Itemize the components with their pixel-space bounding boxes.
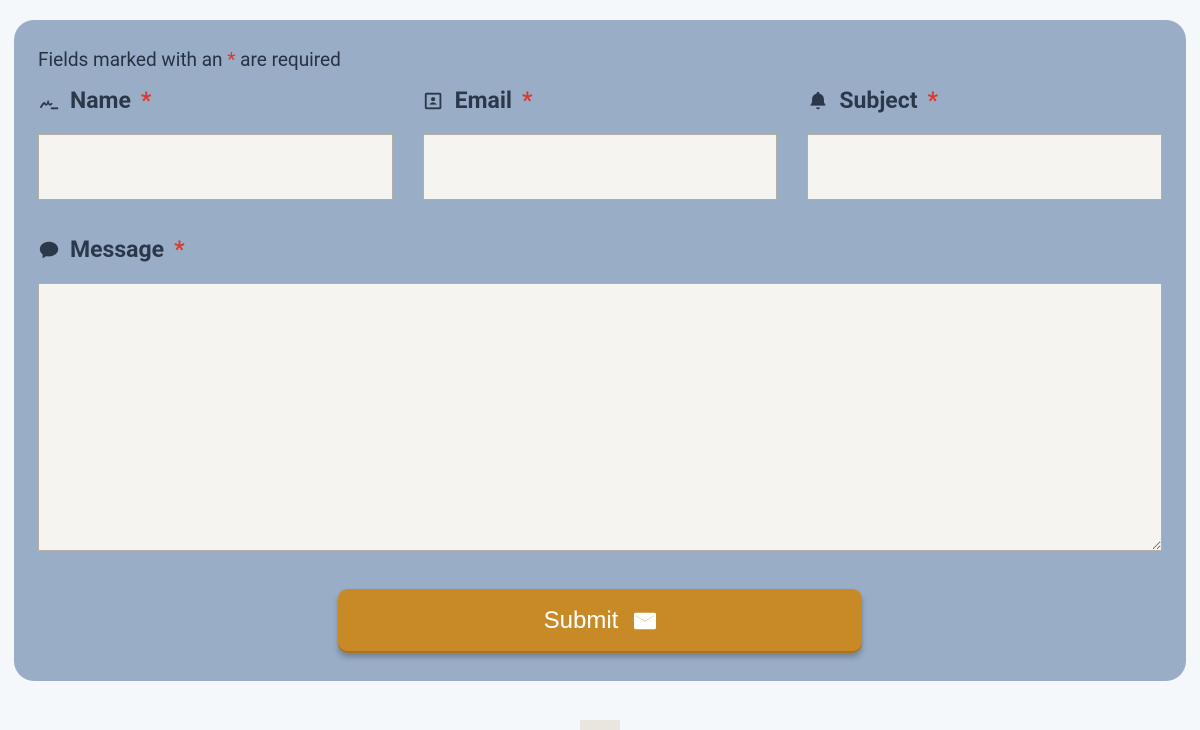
message-required-mark: * bbox=[174, 236, 184, 263]
email-required-mark: * bbox=[522, 87, 532, 114]
signature-icon bbox=[38, 90, 60, 112]
name-input[interactable] bbox=[38, 134, 393, 200]
name-required-mark: * bbox=[141, 87, 151, 114]
chat-bubble-icon bbox=[38, 239, 60, 261]
submit-button[interactable]: Submit bbox=[338, 589, 862, 653]
submit-label: Submit bbox=[544, 607, 619, 635]
fields-row: Name * Email * Subject * bbox=[38, 87, 1162, 200]
instruction-suffix: are required bbox=[235, 48, 340, 71]
contact-form-card: Fields marked with an * are required Nam… bbox=[14, 20, 1186, 681]
message-label-text: Message bbox=[70, 236, 164, 263]
bell-icon bbox=[807, 90, 829, 112]
contact-card-icon bbox=[423, 90, 445, 112]
message-field-wrap: Message * bbox=[38, 236, 1162, 555]
name-label-text: Name bbox=[70, 87, 131, 114]
subject-label: Subject * bbox=[807, 87, 1162, 114]
subject-label-text: Subject bbox=[839, 87, 917, 114]
message-textarea[interactable] bbox=[38, 283, 1162, 551]
subject-input[interactable] bbox=[807, 134, 1162, 200]
message-label: Message * bbox=[38, 236, 1162, 263]
email-input[interactable] bbox=[423, 134, 778, 200]
email-field-wrap: Email * bbox=[423, 87, 778, 200]
subject-required-mark: * bbox=[928, 87, 938, 114]
name-field-wrap: Name * bbox=[38, 87, 393, 200]
footer-mark bbox=[580, 720, 620, 730]
email-label: Email * bbox=[423, 87, 778, 114]
name-label: Name * bbox=[38, 87, 393, 114]
submit-wrap: Submit bbox=[38, 589, 1162, 653]
instruction-prefix: Fields marked with an bbox=[38, 48, 227, 71]
envelope-icon bbox=[634, 612, 656, 630]
required-instruction: Fields marked with an * are required bbox=[38, 48, 1162, 71]
email-label-text: Email bbox=[455, 87, 512, 114]
subject-field-wrap: Subject * bbox=[807, 87, 1162, 200]
